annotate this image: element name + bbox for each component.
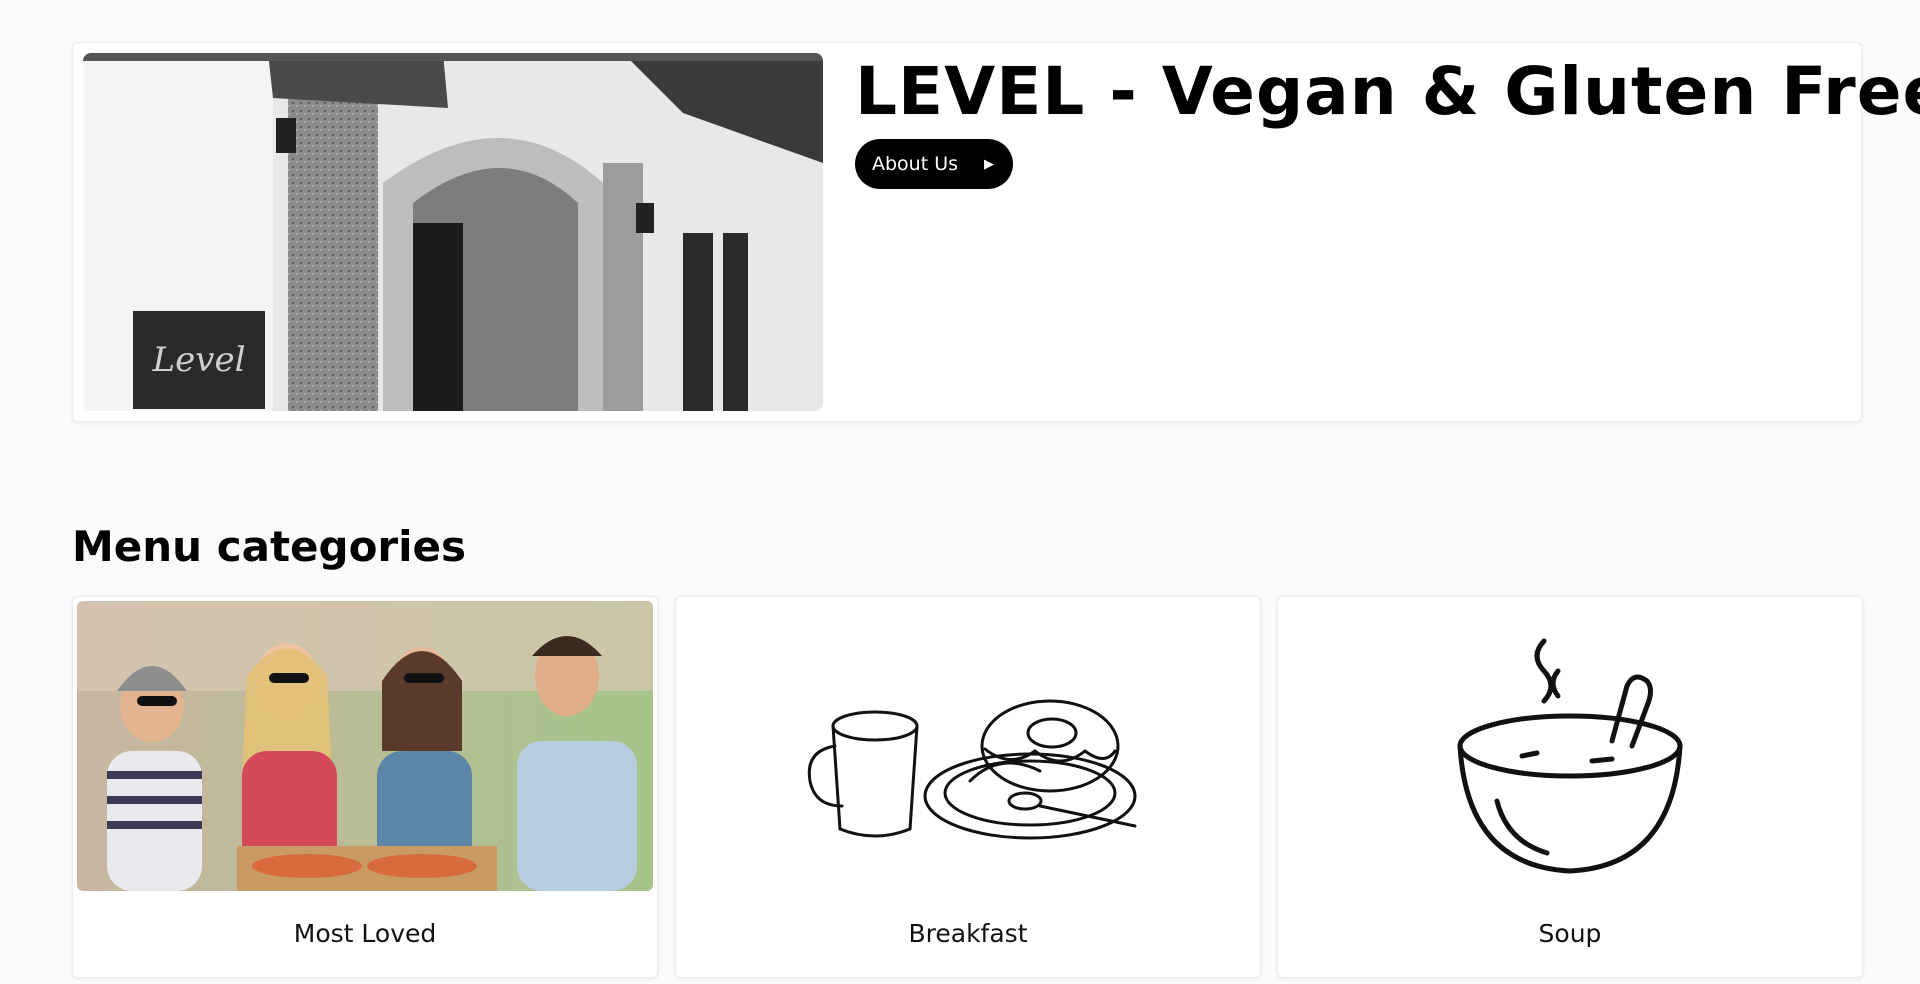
category-card-most-loved[interactable]: Most Loved [72,596,658,978]
about-us-label: About Us [872,153,959,175]
hero-card: Level LEVEL - Vegan & Gluten Free About … [72,42,1920,422]
category-card-breakfast[interactable]: Breakfast [675,596,1261,978]
menu-categories-heading: Menu categories [72,522,467,571]
level-sign-text: Level [152,340,246,380]
category-label: Most Loved [293,919,437,948]
page-title: LEVEL - Vegan & Gluten Free [855,53,1920,130]
coffee-and-donut-icon [680,601,1256,891]
category-label: Breakfast [908,919,1028,948]
soup-bowl-icon [1282,601,1858,891]
category-card-soup[interactable]: Soup [1277,596,1863,978]
caret-right-icon: ▶ [984,156,995,172]
friends-eating-pizza-photo [77,601,653,891]
category-label: Soup [1538,919,1602,948]
restaurant-storefront-image: Level [83,53,823,411]
about-us-button[interactable]: About Us ▶ [855,139,1013,189]
